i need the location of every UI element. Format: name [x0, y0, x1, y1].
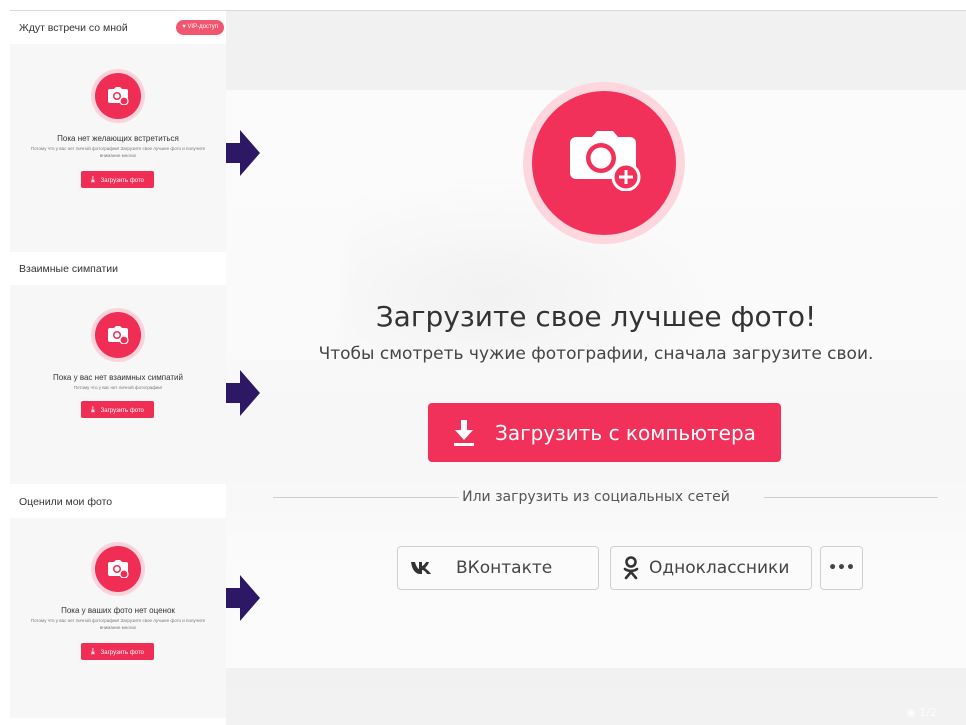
- camera-plus-icon[interactable]: [532, 91, 676, 235]
- camera-icon: [95, 312, 141, 358]
- panel-waiting: Пока нет желающих встретиться Потому что…: [10, 44, 226, 252]
- arrow-right-icon: [226, 370, 260, 416]
- upload-photo-button[interactable]: ⤓ Загрузить фото: [81, 401, 154, 418]
- photo-counter: ◉ 1/2: [906, 706, 937, 719]
- panel-mutual: Пока у вас нет взаимных симпатий Потому …: [10, 285, 226, 484]
- vk-button[interactable]: ВКонтакте: [397, 546, 599, 590]
- panel-rated: Пока у ваших фото нет оценок Потому что …: [10, 518, 226, 718]
- upload-photo-button[interactable]: ⤓ Загрузить фото: [81, 171, 154, 188]
- arrow-right-icon: [226, 130, 260, 176]
- camera-icon: [95, 546, 141, 592]
- panel-subtitle: Потому что у вас нет личной фотографии! …: [30, 146, 206, 158]
- download-icon: ⤓: [91, 405, 95, 414]
- panel-title: Пока у ваших фото нет оценок: [61, 606, 175, 615]
- download-icon: ⤓: [91, 647, 95, 656]
- camera-small-icon: ◉: [906, 706, 916, 719]
- panel-header-mutual: Взаимные симпатии: [10, 253, 226, 285]
- vip-badge[interactable]: ♥ VIP-доступ: [176, 20, 224, 35]
- panel-title: Пока у вас нет взаимных симпатий: [53, 373, 183, 382]
- social-divider-label: Или загрузить из социальных сетей: [462, 489, 730, 505]
- upload-photo-button[interactable]: ⤓ Загрузить фото: [81, 643, 154, 660]
- arrow-right-icon: [226, 575, 260, 621]
- panel-header-waiting: Ждут встречи со мной ♥ VIP-доступ: [10, 12, 226, 44]
- panel-header-rated: Оценили мои фото: [10, 486, 226, 518]
- more-social-button[interactable]: •••: [820, 546, 863, 590]
- camera-icon: [95, 73, 141, 119]
- panel-subtitle: Потому что у вас нет личной фотографии! …: [30, 618, 206, 630]
- panel-subtitle: Потому что у вас нет личной фотографии!: [73, 385, 163, 390]
- modal-title: Загрузите свое лучшее фото!: [375, 300, 817, 333]
- modal-subtitle: Чтобы смотреть чужие фотографии, сначала…: [318, 344, 874, 364]
- vk-icon: [410, 561, 432, 575]
- download-icon: ⤓: [91, 175, 95, 184]
- panel-title: Пока нет желающих встретиться: [57, 134, 179, 143]
- more-icon: •••: [828, 560, 855, 576]
- odnoklassniki-icon: [623, 556, 639, 580]
- download-icon: [453, 419, 475, 446]
- odnoklassniki-button[interactable]: Одноклассники: [610, 546, 812, 590]
- upload-from-computer-button[interactable]: Загрузить с компьютера: [428, 403, 781, 462]
